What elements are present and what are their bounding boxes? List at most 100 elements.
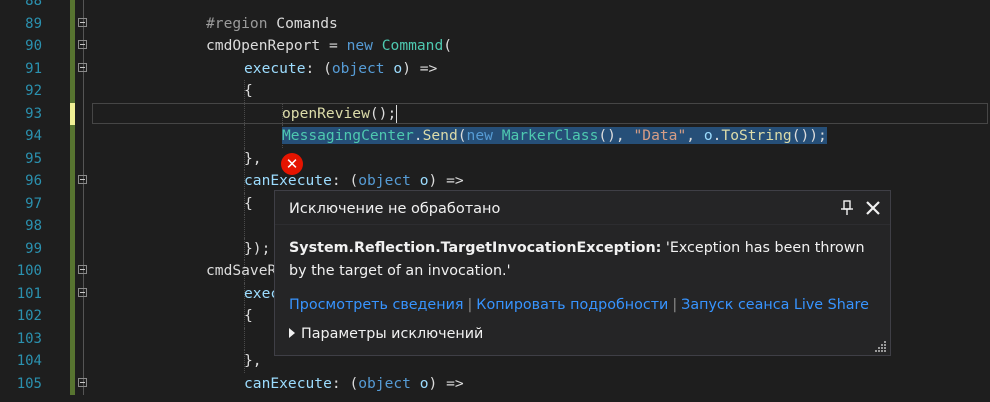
- code-token: .: [413, 127, 423, 144]
- code-token: object: [331, 59, 385, 77]
- line-number: 99: [25, 240, 42, 257]
- code-token: cmdOpenReport =: [206, 37, 347, 54]
- change-tracking-bar: [70, 35, 75, 58]
- code-token: ToString: [721, 127, 792, 144]
- code-line[interactable]: 105 canExecute: (object o) =>: [0, 372, 990, 396]
- change-tracking-bar: [70, 125, 75, 148]
- change-tracking-bar: [70, 80, 75, 103]
- code-token: ) =>: [428, 374, 464, 392]
- line-number: 105: [16, 375, 42, 392]
- view-details-link[interactable]: Просмотреть сведения: [289, 297, 463, 313]
- code-token: o: [419, 374, 429, 392]
- code-token: execute: [244, 59, 306, 77]
- fold-line: [83, 350, 84, 373]
- indent-guide: [244, 327, 245, 350]
- code-line[interactable]: 95},: [0, 147, 990, 171]
- code-token: "Data": [633, 127, 687, 144]
- indent-guide: [244, 215, 245, 238]
- fold-line: [83, 125, 84, 148]
- code-token: : (: [305, 59, 332, 77]
- code-token: {: [244, 82, 253, 99]
- code-token: MarkerClass: [501, 127, 599, 144]
- line-number: 102: [16, 308, 42, 324]
- close-icon[interactable]: [864, 199, 882, 217]
- change-tracking-bar: [70, 350, 75, 373]
- code-text[interactable]: {: [244, 80, 253, 103]
- fold-line: [83, 102, 84, 125]
- live-share-link[interactable]: Запуск сеанса Live Share: [681, 297, 869, 313]
- popup-links: Просмотреть сведения | Копировать подробно…: [289, 297, 869, 313]
- fold-line: [83, 80, 84, 103]
- collapse-icon[interactable]: [78, 40, 87, 49]
- exception-settings-label: Параметры исключений: [301, 326, 484, 342]
- code-text[interactable]: cmdOpenReport = new Command(: [206, 35, 452, 58]
- code-token: : (: [331, 172, 359, 189]
- line-number: 104: [16, 353, 42, 369]
- code-token: },: [244, 352, 262, 369]
- code-token: (: [457, 127, 467, 144]
- code-text[interactable]: cmdSaveR: [206, 260, 276, 283]
- change-tracking-bar: [70, 102, 75, 125]
- code-line[interactable]: 89 #region Comands: [0, 12, 990, 36]
- code-text[interactable]: },: [244, 350, 262, 373]
- pin-icon[interactable]: [840, 200, 854, 216]
- code-text[interactable]: canExecute: (object o) =>: [244, 373, 464, 396]
- code-line[interactable]: 92 {: [0, 80, 990, 103]
- change-tracking-bar: [70, 192, 75, 215]
- line-number: 89: [25, 15, 42, 32]
- code-text[interactable]: openReview();: [282, 103, 398, 126]
- code-token: (),: [598, 127, 634, 144]
- code-line[interactable]: 93 openReview();: [0, 102, 990, 126]
- code-text[interactable]: {: [244, 305, 253, 328]
- line-number: 103: [16, 330, 42, 347]
- code-token: (: [443, 37, 453, 54]
- collapse-icon[interactable]: [78, 377, 87, 387]
- code-line[interactable]: 90 cmdOpenReport = new Command(: [0, 35, 990, 58]
- exception-settings-toggle[interactable]: Параметры исключений: [289, 326, 483, 342]
- collapse-icon[interactable]: [78, 17, 87, 27]
- change-tracking-bar: [70, 170, 75, 193]
- line-number: 94: [25, 128, 42, 144]
- fold-line: [83, 237, 84, 260]
- line-number: 91: [25, 60, 42, 77]
- code-token: new: [346, 37, 373, 54]
- fold-line: [83, 305, 84, 328]
- collapse-icon[interactable]: [78, 62, 87, 72]
- code-token: cmdSaveR: [206, 262, 277, 279]
- current-line-highlight: [92, 102, 988, 124]
- code-line[interactable]: 88: [0, 0, 990, 13]
- code-token: ) =>: [402, 59, 438, 77]
- line-number: 90: [25, 38, 42, 54]
- popup-divider: [275, 224, 890, 225]
- change-tracking-bar: [70, 215, 75, 238]
- code-token: o: [393, 59, 403, 77]
- line-number: 96: [25, 173, 42, 189]
- collapse-icon[interactable]: [78, 287, 87, 297]
- popup-title: Исключение не обработано: [289, 201, 501, 217]
- link-separator: |: [467, 297, 473, 313]
- code-text[interactable]: #region Comands: [206, 13, 338, 36]
- resize-grip-icon[interactable]: [875, 340, 887, 352]
- change-tracking-bar: [70, 260, 75, 283]
- code-text[interactable]: {: [244, 193, 253, 216]
- copy-details-link[interactable]: Копировать подробности: [476, 297, 668, 313]
- error-icon[interactable]: ✕: [281, 153, 303, 175]
- code-text[interactable]: MessagingCenter.Send(new MarkerClass(), …: [282, 125, 827, 148]
- code-token: o: [703, 127, 713, 144]
- code-text[interactable]: });: [244, 238, 270, 261]
- fold-line: [83, 0, 84, 13]
- collapse-icon[interactable]: [78, 175, 87, 184]
- code-line[interactable]: 94 MessagingCenter.Send(new MarkerClass()…: [0, 125, 990, 148]
- code-line[interactable]: 91 execute: (object o) =>: [0, 57, 990, 81]
- code-token: ());: [791, 127, 827, 144]
- collapse-icon[interactable]: [78, 265, 87, 274]
- code-text[interactable]: },: [244, 148, 262, 171]
- exception-type: System.Reflection.TargetInvocationExcept…: [289, 240, 662, 256]
- code-token: },: [244, 149, 262, 167]
- change-tracking-bar: [70, 12, 75, 35]
- code-text[interactable]: execute: (object o) =>: [244, 58, 437, 81]
